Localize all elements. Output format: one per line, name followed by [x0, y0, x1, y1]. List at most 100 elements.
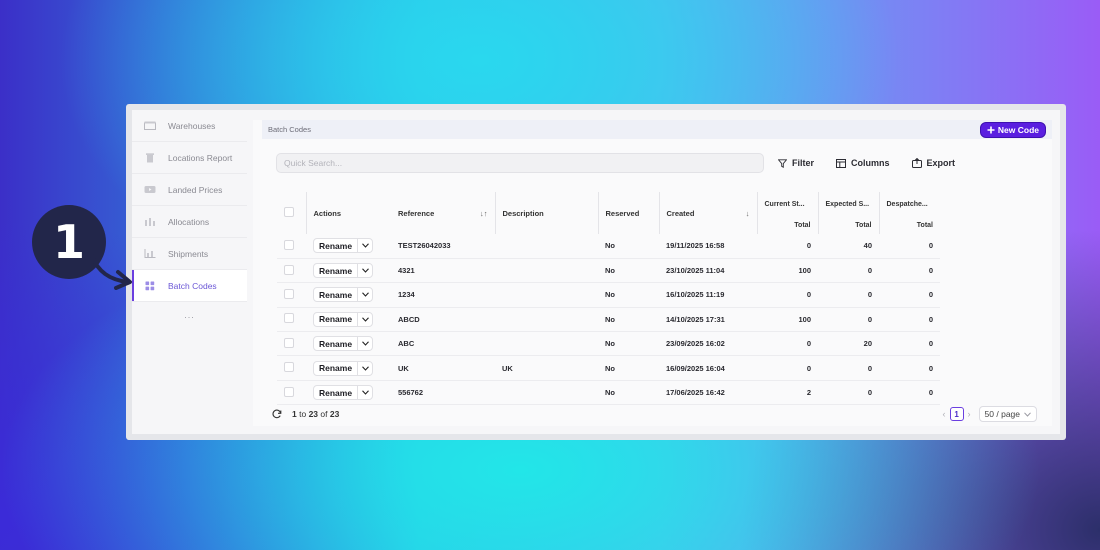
rename-button[interactable]: Rename: [314, 241, 357, 251]
column-header-current-stock[interactable]: Current St...: [756, 192, 818, 216]
table-row[interactable]: Rename TEST26042033 No 19/11/2025 16:58 0 40 0: [277, 234, 940, 259]
rename-button[interactable]: Rename: [314, 388, 357, 398]
page-header: Batch Codes New Code: [262, 120, 1052, 139]
grid-icon: [144, 281, 156, 290]
cell-reference: UK: [391, 355, 495, 381]
row-checkbox[interactable]: [284, 362, 294, 373]
app-window: Warehouses Locations Report Landed Price…: [126, 104, 1066, 440]
range-start: 1: [292, 409, 297, 419]
row-checkbox[interactable]: [284, 337, 294, 348]
range-of: of: [320, 409, 328, 419]
row-checkbox[interactable]: [284, 239, 294, 250]
table-row[interactable]: Rename ABCD No 14/10/2025 17:31 100 0 0: [277, 307, 940, 333]
cell-current-stock: 2: [757, 380, 818, 406]
rename-split-button: Rename: [313, 238, 374, 254]
row-checkbox[interactable]: [284, 313, 294, 324]
rename-dropdown-button[interactable]: [357, 239, 372, 253]
column-header-despatched[interactable]: Despatche...: [878, 192, 940, 216]
chevron-down-icon: [1024, 411, 1031, 417]
chevron-down-icon: [361, 317, 369, 322]
pointer-arrow-icon: [90, 254, 132, 290]
search-input[interactable]: Quick Search...: [276, 153, 764, 173]
cell-reference: 1234: [391, 282, 495, 308]
cell-current-stock: 100: [757, 307, 818, 333]
warehouse-icon: [144, 121, 156, 130]
row-actions-cell: Rename: [306, 282, 391, 308]
row-checkbox[interactable]: [284, 288, 294, 299]
cell-reserved: No: [598, 355, 659, 381]
table-row[interactable]: Rename UK UK No 16/09/2025 16:04 0 0 0: [277, 355, 940, 381]
page-size-select[interactable]: 50 / page: [978, 406, 1037, 422]
filter-button[interactable]: Filter: [778, 158, 814, 168]
export-label: Export: [926, 158, 956, 168]
sidebar-item-warehouses[interactable]: Warehouses: [132, 110, 247, 142]
main-panel: Batch Codes New Code Quick Search... Fil…: [253, 120, 1052, 426]
cell-despatched: 0: [879, 282, 940, 308]
table-footer: 1 to 23 of 23 ‹ 1 › 50 / page: [272, 404, 1052, 424]
rename-button[interactable]: Rename: [314, 266, 357, 276]
sidebar-item-landed-prices[interactable]: Landed Prices: [132, 174, 247, 206]
rename-split-button: Rename: [313, 336, 374, 352]
sort-icon[interactable]: ↓↑: [480, 209, 488, 218]
page-number-current[interactable]: 1: [949, 407, 964, 421]
column-header-expected-stock[interactable]: Expected S...: [817, 192, 879, 216]
rename-button[interactable]: Rename: [314, 290, 357, 300]
row-checkbox[interactable]: [284, 386, 294, 397]
chevron-down-icon: [361, 341, 369, 347]
rename-dropdown-button[interactable]: [357, 361, 372, 375]
cell-reserved: No: [598, 234, 659, 259]
row-checkbox[interactable]: [284, 264, 294, 275]
column-header-created[interactable]: Created ↓: [658, 192, 757, 234]
row-actions-cell: Rename: [306, 331, 391, 357]
sidebar-item-allocations[interactable]: Allocations: [132, 206, 247, 238]
prev-page-icon[interactable]: ‹: [943, 409, 946, 419]
rename-button[interactable]: Rename: [314, 363, 357, 373]
table-row[interactable]: Rename 1234 No 16/10/2025 11:19 0 0 0: [277, 282, 940, 308]
cell-current-stock: 0: [757, 282, 818, 308]
page-title: Batch Codes: [268, 125, 311, 134]
sidebar-item-shipments[interactable]: Shipments: [132, 238, 247, 270]
cell-despatched: 0: [879, 355, 940, 381]
sidebar-item-locations-report[interactable]: Locations Report: [132, 142, 247, 174]
row-actions-cell: Rename: [306, 258, 391, 284]
rename-button[interactable]: Rename: [314, 314, 357, 324]
row-select-cell: [277, 234, 306, 259]
column-header-description[interactable]: Description: [494, 192, 598, 234]
column-header-actions[interactable]: Actions: [305, 192, 391, 234]
rename-dropdown-button[interactable]: [357, 312, 372, 326]
subheader-total: Total: [878, 216, 940, 234]
next-page-icon[interactable]: ›: [968, 409, 971, 419]
cell-current-stock: 0: [757, 331, 818, 357]
rename-dropdown-button[interactable]: [357, 386, 372, 400]
row-actions-cell: Rename: [306, 234, 391, 259]
rename-dropdown-button[interactable]: [357, 288, 372, 302]
chevron-down-icon: [361, 390, 369, 395]
cell-expected-stock: 20: [818, 331, 879, 357]
columns-button[interactable]: Columns: [836, 158, 890, 168]
refresh-icon[interactable]: [272, 409, 282, 419]
row-select-cell: [277, 282, 306, 308]
cell-current-stock: 100: [757, 258, 818, 284]
range-total: 23: [329, 409, 340, 419]
table-row[interactable]: Rename ABC No 23/09/2025 16:02 0 20 0: [277, 331, 940, 357]
rename-button[interactable]: Rename: [314, 339, 357, 349]
rename-dropdown-button[interactable]: [357, 337, 372, 351]
export-button[interactable]: Export: [911, 158, 956, 168]
sort-desc-icon[interactable]: ↓: [746, 209, 750, 218]
row-count: 1 to 23 of 23: [292, 409, 339, 419]
column-header-reserved[interactable]: Reserved: [597, 192, 659, 234]
sidebar-item-batch-codes[interactable]: Batch Codes: [132, 270, 247, 302]
rename-split-button: Rename: [313, 311, 374, 327]
sidebar-more[interactable]: ...: [132, 310, 247, 320]
new-code-button[interactable]: New Code: [979, 121, 1046, 138]
select-all-checkbox[interactable]: [284, 207, 294, 217]
rename-dropdown-button[interactable]: [357, 264, 372, 278]
cell-description: [495, 258, 598, 284]
cell-reserved: No: [598, 258, 659, 284]
cell-expected-stock: 0: [818, 380, 879, 406]
table-row[interactable]: Rename 556762 No 17/06/2025 16:42 2 0 0: [277, 380, 940, 406]
column-header-reference[interactable]: Reference ↓↑: [391, 192, 495, 234]
sidebar-item-label: Warehouses: [168, 120, 216, 131]
export-icon: [911, 158, 922, 168]
table-row[interactable]: Rename 4321 No 23/10/2025 11:04 100 0 0: [277, 258, 940, 284]
